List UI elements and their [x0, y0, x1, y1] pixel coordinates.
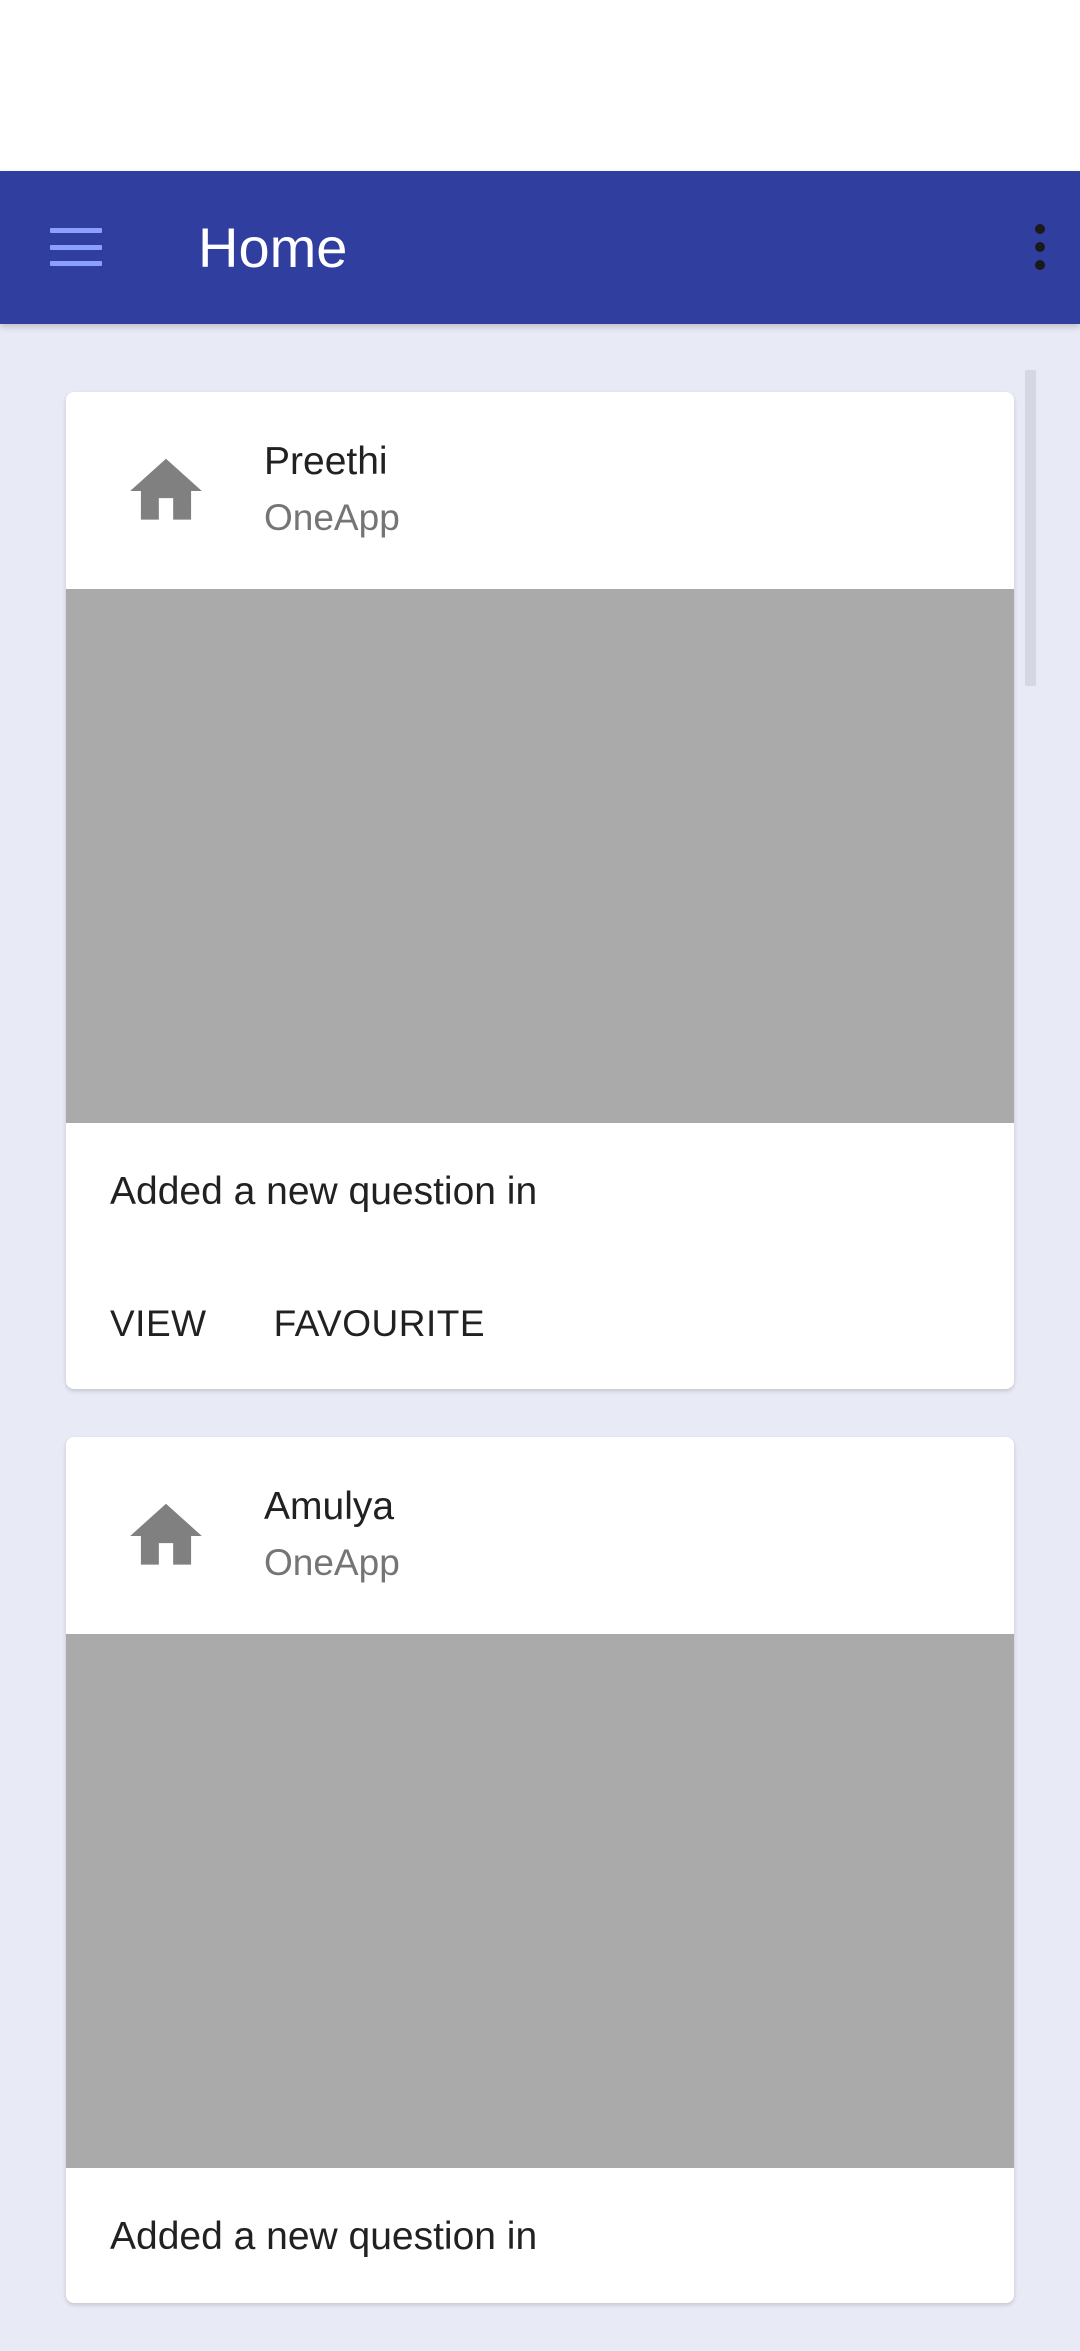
menu-button[interactable]	[30, 201, 122, 293]
status-bar	[0, 0, 1080, 171]
card-actions: VIEW FAVOURITE	[66, 1258, 1014, 1389]
scrollbar-thumb[interactable]	[1025, 370, 1036, 686]
more-vert-icon	[1035, 224, 1045, 270]
card-media-placeholder	[66, 589, 1014, 1123]
house-icon	[130, 1503, 202, 1565]
feed-list: Preethi OneApp Added a new question in V…	[66, 392, 1014, 2351]
card-subtitle: OneApp	[264, 1542, 400, 1583]
card-media-placeholder	[66, 1634, 1014, 2168]
view-button[interactable]: VIEW	[110, 1303, 207, 1345]
card-header: Preethi OneApp	[66, 392, 1014, 589]
page-title: Home	[198, 216, 348, 279]
card-subtitle: OneApp	[264, 497, 400, 538]
card-header: Amulya OneApp	[66, 1437, 1014, 1634]
card-author-name: Preethi	[264, 440, 388, 483]
app-bar: Home	[0, 171, 1080, 324]
favourite-button[interactable]: FAVOURITE	[274, 1303, 485, 1345]
card-supporting-text: Added a new question in	[110, 1170, 538, 1213]
house-icon	[130, 458, 202, 520]
hamburger-menu-icon	[50, 228, 102, 266]
overflow-menu-button[interactable]	[1010, 201, 1070, 293]
feed-card[interactable]: Preethi OneApp Added a new question in V…	[66, 392, 1014, 1389]
card-supporting-text: Added a new question in	[110, 2215, 538, 2258]
feed-card[interactable]: Amulya OneApp Added a new question in	[66, 1437, 1014, 2303]
card-author-name: Amulya	[264, 1485, 395, 1528]
